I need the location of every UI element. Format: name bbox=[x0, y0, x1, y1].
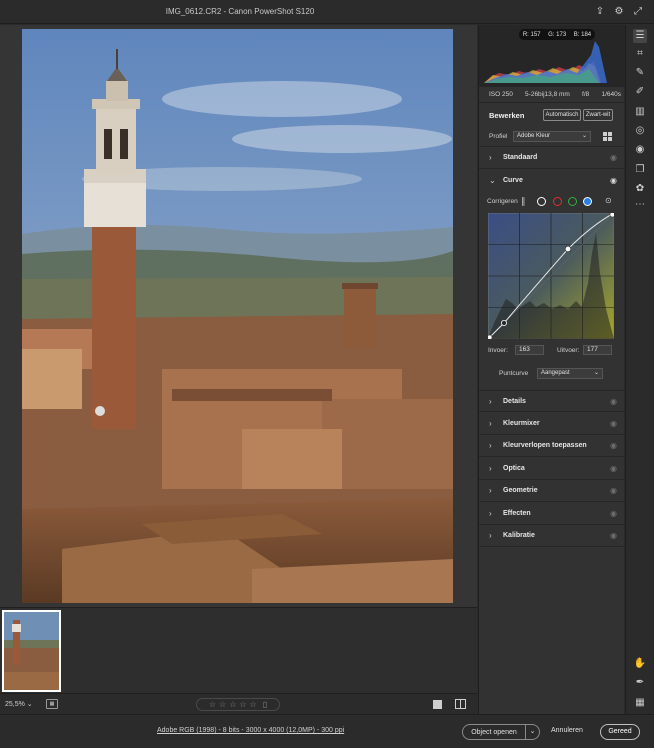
brush-icon[interactable]: ✐ bbox=[633, 85, 647, 99]
filmstrip-thumbnail[interactable] bbox=[2, 610, 61, 692]
sliders-icon[interactable]: ☰ bbox=[633, 29, 647, 43]
section-curve[interactable]: ⌄ Curve ◉ bbox=[479, 170, 625, 192]
histogram: R: 157 G: 173 B: 184 bbox=[479, 25, 625, 87]
chevron-right-icon: › bbox=[489, 397, 492, 406]
edit-panel: R: 157 G: 173 B: 184 ISO 250 5-26bij13,8… bbox=[478, 25, 625, 714]
workflow-options-link[interactable]: Adobe RGB (1998) - 8 bits - 3000 x 4000 … bbox=[157, 727, 344, 734]
expand-icon[interactable]: ⤢ bbox=[632, 6, 644, 18]
curve-input-output: Invoer: 163 Uitvoer: 177 bbox=[479, 344, 625, 358]
grid-icon[interactable]: ▦ bbox=[633, 696, 647, 710]
gradient-icon[interactable]: ▥ bbox=[633, 105, 647, 119]
eyedropper-icon[interactable]: ✒ bbox=[633, 676, 647, 690]
star-icon[interactable]: ☆ bbox=[250, 700, 257, 709]
profile-row: Profiel Adobe Kleur ⌄ bbox=[479, 125, 625, 147]
open-object-button[interactable]: Object openen ⌄ bbox=[462, 724, 540, 740]
snapshots-icon[interactable]: ❐ bbox=[633, 163, 647, 177]
chevron-right-icon: › bbox=[489, 419, 492, 428]
canvas-toolbar: 25,5% ⌄ ▦ ☆ ☆ ☆ ☆ ☆ ▯ bbox=[0, 693, 477, 714]
star-rating[interactable]: ☆ ☆ ☆ ☆ ☆ ▯ bbox=[196, 698, 280, 711]
chevron-right-icon: › bbox=[489, 153, 492, 162]
edit-heading: Bewerken bbox=[489, 111, 525, 120]
chevron-right-icon: › bbox=[489, 486, 492, 495]
curve-channel-tools: Corrigeren ∥ ⊙ bbox=[479, 193, 625, 211]
point-curve-row: Puntcurve Aangepast ⌄ bbox=[479, 368, 625, 382]
section-effecten[interactable]: › Effecten ◉ bbox=[479, 503, 625, 525]
section-standaard[interactable]: › Standaard ◉ bbox=[479, 147, 625, 169]
done-button[interactable]: Gereed bbox=[600, 724, 640, 740]
exif-info: ISO 250 5-26bij13,8 mm f/8 1/640s bbox=[479, 87, 625, 103]
channel-white-icon[interactable] bbox=[537, 197, 546, 206]
output-label: Uitvoer: bbox=[557, 347, 580, 354]
input-label: Invoer: bbox=[488, 347, 508, 354]
point-curve-select[interactable]: Aangepast ⌄ bbox=[537, 368, 603, 379]
black-white-button[interactable]: Zwart-wit bbox=[583, 109, 613, 121]
section-details[interactable]: › Details ◉ bbox=[479, 390, 625, 412]
title-bar: IMG_0612.CR2 - Canon PowerShot S120 ⇪ ⚙ … bbox=[0, 0, 654, 24]
image-canvas[interactable] bbox=[0, 25, 477, 607]
eye-icon[interactable]: ◉ bbox=[610, 441, 617, 450]
tool-strip: ☰ ⌗ ✎ ✐ ▥ ◎ ◉ ❐ ✿ ⋯ ✋ ✒ ▦ bbox=[625, 25, 654, 714]
edit-header: Bewerken Automatisch Zwart-wit bbox=[479, 103, 625, 125]
chevron-right-icon: › bbox=[489, 509, 492, 518]
curve-panel: Corrigeren ∥ ⊙ Invoer: 163 Uitvoer: 177 … bbox=[479, 193, 625, 390]
star-icon[interactable]: ☆ bbox=[209, 700, 216, 709]
eye-icon[interactable]: ◉ bbox=[610, 531, 617, 540]
input-field[interactable]: 163 bbox=[515, 345, 544, 355]
profile-select[interactable]: Adobe Kleur ⌄ bbox=[513, 131, 591, 142]
section-kalibratie[interactable]: › Kalibratie ◉ bbox=[479, 525, 625, 547]
auto-button[interactable]: Automatisch bbox=[543, 109, 581, 121]
footer-bar: Adobe RGB (1998) - 8 bits - 3000 x 4000 … bbox=[0, 714, 654, 748]
redeye-icon[interactable]: ◉ bbox=[633, 143, 647, 157]
filmstrip bbox=[0, 607, 477, 693]
chevron-right-icon: › bbox=[489, 464, 492, 473]
single-view-icon[interactable] bbox=[433, 700, 442, 709]
chevron-right-icon: › bbox=[489, 531, 492, 540]
export-icon[interactable]: ⇪ bbox=[594, 6, 606, 18]
hand-icon[interactable]: ✋ bbox=[633, 657, 647, 671]
window-title: IMG_0612.CR2 - Canon PowerShot S120 bbox=[165, 7, 315, 16]
eye-icon[interactable]: ◉ bbox=[610, 176, 617, 185]
presets-icon[interactable]: ✿ bbox=[633, 182, 647, 196]
compare-view-icon[interactable] bbox=[455, 699, 466, 709]
radial-icon[interactable]: ◎ bbox=[633, 124, 647, 138]
output-field[interactable]: 177 bbox=[583, 345, 612, 355]
chevron-down-icon[interactable]: ⌄ bbox=[525, 725, 539, 739]
photo-preview[interactable] bbox=[22, 29, 453, 603]
cancel-button[interactable]: Annuleren bbox=[551, 727, 583, 734]
crop-icon[interactable]: ⌗ bbox=[633, 47, 647, 61]
eye-icon[interactable]: ◉ bbox=[610, 486, 617, 495]
chevron-right-icon: › bbox=[489, 441, 492, 450]
zoom-level[interactable]: 25,5% ⌄ bbox=[5, 700, 33, 708]
section-kleurmixer[interactable]: › Kleurmixer ◉ bbox=[479, 413, 625, 435]
eye-icon[interactable]: ◉ bbox=[610, 464, 617, 473]
point-curve-label: Puntcurve bbox=[499, 370, 529, 377]
curve-graph[interactable] bbox=[486, 211, 616, 341]
target-adjust-icon[interactable]: ⊙ bbox=[605, 196, 612, 205]
section-geometrie[interactable]: › Geometrie ◉ bbox=[479, 480, 625, 502]
star-icon[interactable]: ☆ bbox=[239, 700, 246, 709]
section-kleurverlopen[interactable]: › Kleurverlopen toepassen ◉ bbox=[479, 435, 625, 457]
channel-blue-icon[interactable] bbox=[583, 197, 592, 206]
eye-icon[interactable]: ◉ bbox=[610, 509, 617, 518]
eye-icon[interactable]: ◉ bbox=[610, 153, 617, 162]
filmstrip-toggle-icon[interactable]: ▦ bbox=[46, 699, 58, 709]
parametric-curve-icon[interactable]: ∥ bbox=[521, 196, 526, 207]
chevron-down-icon: ⌄ bbox=[581, 133, 587, 139]
channel-red-icon[interactable] bbox=[553, 197, 562, 206]
adjust-label: Corrigeren bbox=[487, 198, 518, 205]
eye-icon[interactable]: ◉ bbox=[610, 419, 617, 428]
channel-green-icon[interactable] bbox=[568, 197, 577, 206]
trash-icon[interactable]: ▯ bbox=[263, 700, 267, 709]
star-icon[interactable]: ☆ bbox=[229, 700, 236, 709]
chevron-down-icon: ⌄ bbox=[593, 370, 599, 376]
gear-icon[interactable]: ⚙ bbox=[613, 6, 625, 18]
healing-icon[interactable]: ✎ bbox=[633, 66, 647, 80]
eye-icon[interactable]: ◉ bbox=[610, 397, 617, 406]
chevron-down-icon: ⌄ bbox=[489, 176, 496, 185]
section-optica[interactable]: › Optica ◉ bbox=[479, 458, 625, 480]
more-icon[interactable]: ⋯ bbox=[633, 198, 647, 212]
profile-browser-icon[interactable] bbox=[603, 132, 612, 141]
star-icon[interactable]: ☆ bbox=[219, 700, 226, 709]
profile-label: Profiel bbox=[489, 133, 508, 140]
